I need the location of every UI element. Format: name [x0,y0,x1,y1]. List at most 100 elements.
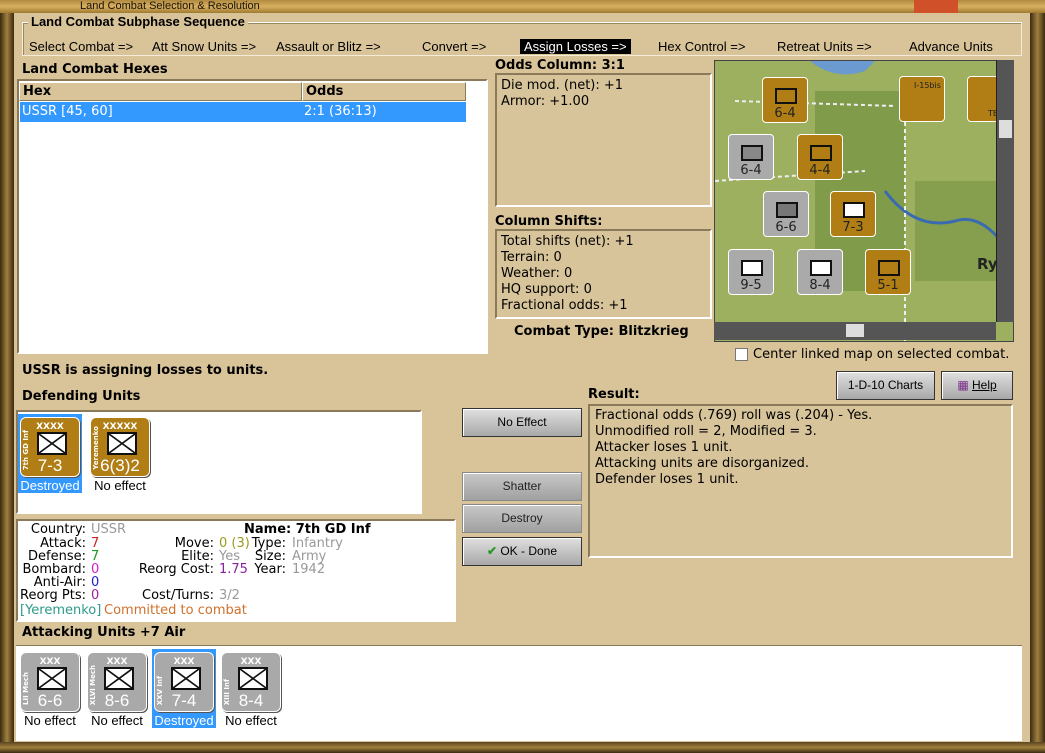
combat-type: Combat Type: Blitzkrieg [514,324,689,339]
frame-left [0,13,14,753]
col-odds[interactable]: Odds [302,82,466,101]
unit-size: XXX [39,657,61,667]
hexes-title: Land Combat Hexes [22,62,168,77]
shift-line: HQ support: 0 [501,282,592,297]
odds-box: Die mod. (net): +1 Armor: +1.00 [495,73,712,207]
unit-name: Name: 7th GD Inf [244,522,371,537]
infantry-symbol-icon [37,667,67,690]
odds-line: Die mod. (net): +1 [501,78,624,93]
shift-line: Weather: 0 [501,266,573,281]
no-effect-button[interactable]: No Effect [462,408,582,437]
unit-counter[interactable]: XXXXX Yeremenko 6(3)2 [90,417,150,477]
unit-slot[interactable]: XXXXX Yeremenko 6(3)2 No effect [88,414,152,493]
unit-status: No effect [91,713,143,728]
ok-done-button[interactable]: ✔ OK - Done [462,537,582,566]
map-counter[interactable]: 5-1 [865,249,911,295]
seq-advance: Advance Units [909,39,993,54]
result-line: Defender loses 1 unit. [595,472,739,487]
infantry-symbol-icon [238,667,268,690]
table-row[interactable]: USSR [45, 60] 2:1 (36:13) [20,102,466,122]
checkmark-icon: ✔ [486,544,497,558]
infantry-symbol-icon [37,432,67,455]
unit-strength: 6-6 [37,691,63,710]
infantry-symbol-icon [171,667,201,690]
map-vertical-scrollbar[interactable] [996,60,1014,322]
unit-slot[interactable]: XXX LII Mech 6-6 No effect [18,649,82,728]
unit-slot[interactable]: XXX XXV Inf 7-4 Destroyed [152,649,216,728]
map-counter[interactable]: 6-4 [762,77,808,123]
ok-label: OK - Done [500,544,558,558]
unit-size: XXX [173,657,195,667]
map-horizontal-scrollbar[interactable] [714,322,996,340]
scroll-thumb[interactable] [999,120,1012,138]
unit-counter[interactable]: XXXX 7th GD Inf 7-3 [20,417,80,477]
aircraft-counter[interactable]: I-15bis [899,76,945,122]
unit-status: No effect [225,713,277,728]
linked-map[interactable]: Ry 6-4 6-4 4-4 6-6 7-3 9-5 8-4 5-1 I-15b… [714,60,1014,342]
seq-select-combat: Select Combat => [29,39,134,54]
year-value: 1942 [292,562,326,577]
close-button[interactable] [914,0,958,13]
unit-status: No effect [24,713,76,728]
destroy-button[interactable]: Destroy [462,504,582,533]
reorgcost-key: Reorg Cost: [138,562,214,577]
sequence-title: Land Combat Subphase Sequence [28,14,248,29]
odds-line: Armor: +1.00 [501,94,590,109]
unit-counter[interactable]: XXX LII Mech 6-6 [20,652,80,712]
unit-status: Destroyed [18,478,82,493]
center-map-checkbox[interactable] [735,348,748,361]
unit-strength: 7-4 [171,691,197,710]
result-line: Fractional odds (.769) roll was (.204) -… [595,408,873,423]
unit-slot[interactable]: XXX XLVI Mech 8-6 No effect [85,649,149,728]
unit-slot[interactable]: XXX XIII Inf 8-4 No effect [219,649,283,728]
reorgpts-key: Reorg Pts: [20,588,86,603]
year-key: Year: [254,562,286,577]
charts-button[interactable]: 1-D-10 Charts [836,371,935,400]
status-text: USSR is assigning losses to units. [22,363,269,378]
col-hex[interactable]: Hex [19,82,302,101]
map-counter[interactable]: 8-4 [797,249,843,295]
unit-info: Country: USSR Attack: 7 Defense: 7 Bombard:… [16,519,456,622]
help-book-icon: ▦ [957,378,969,392]
attacking-title: Attacking Units +7 Air [22,625,186,640]
map-counter[interactable]: 9-5 [728,249,774,295]
result-line: Attacker loses 1 unit. [595,440,733,455]
unit-strength: 8-6 [104,691,130,710]
committed-status: Committed to combat [104,603,247,618]
costturns-key: Cost/Turns: [142,588,214,603]
unit-status: No effect [94,478,146,493]
unit-strength: 7-3 [37,456,63,475]
result-line: Unmodified roll = 2, Modified = 3. [595,424,817,439]
unit-counter[interactable]: XXX XLVI Mech 8-6 [87,652,147,712]
help-button[interactable]: ▦ Help [941,371,1013,400]
shifts-box: Total shifts (net): +1 Terrain: 0 Weathe… [495,229,712,319]
shift-line: Total shifts (net): +1 [501,234,634,249]
map-counter[interactable]: 4-4 [797,134,843,180]
window-title: Land Combat Selection & Resolution [80,0,260,12]
frame-right [1030,13,1045,753]
scroll-thumb[interactable] [846,324,864,337]
reorgpts-value: 0 [91,588,100,603]
unit-strength: 8-4 [238,691,264,710]
unit-status: Destroyed [152,713,216,728]
frame-bottom [0,742,1045,753]
unit-counter[interactable]: XXX XIII Inf 8-4 [221,652,281,712]
help-label: Help [972,378,997,392]
leader: [Yeremenko] [20,603,102,618]
shifts-title: Column Shifts: [495,214,603,229]
map-counter-selected[interactable]: 7-3 [830,191,876,237]
unit-slot[interactable]: XXXX 7th GD Inf 7-3 Destroyed [18,414,82,493]
row-odds: 2:1 (36:13) [304,104,377,119]
result-line: Attacking units are disorganized. [595,456,809,471]
infantry-symbol-icon [107,432,137,455]
seq-assault-blitz: Assault or Blitz => [276,39,381,54]
defending-title: Defending Units [22,389,141,404]
map-place-name: Ry [977,255,998,273]
shatter-button[interactable]: Shatter [462,472,582,501]
country-value: USSR [91,522,127,537]
unit-strength: 6(3)2 [100,456,140,475]
map-counter[interactable]: 6-6 [763,191,809,237]
unit-counter[interactable]: XXX XXV Inf 7-4 [154,652,214,712]
costturns-value: 3/2 [219,588,240,603]
map-counter[interactable]: 6-4 [728,134,774,180]
